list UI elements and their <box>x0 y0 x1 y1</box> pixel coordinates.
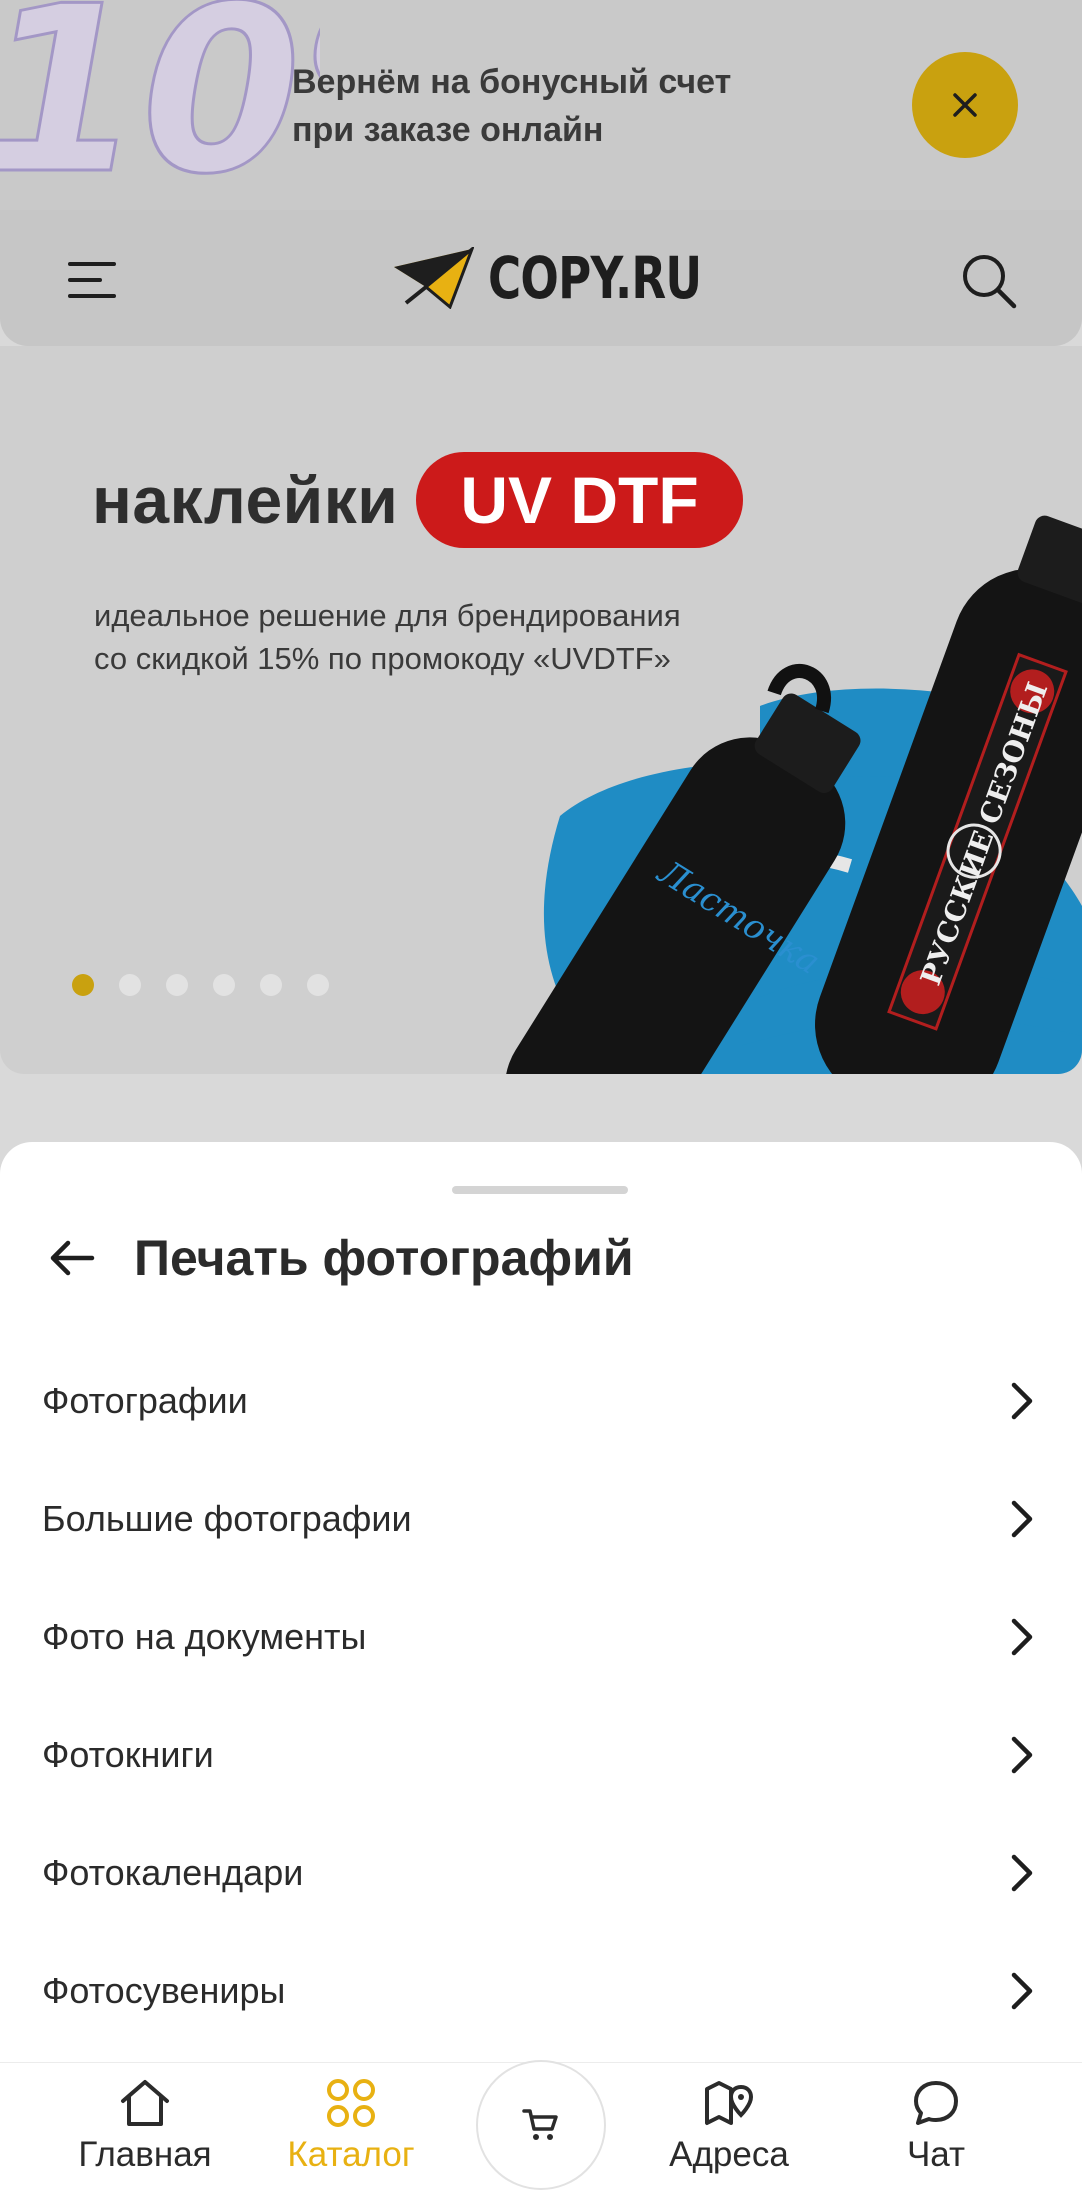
carousel-dot-6[interactable] <box>307 974 329 996</box>
carousel-dot-1[interactable] <box>72 974 94 996</box>
logo-text: COPY.RU <box>488 244 702 312</box>
tab-addresses-label: Адреса <box>669 2135 789 2174</box>
banner-subtitle-line-1: идеальное решение для брендирования <box>94 598 681 633</box>
catalog-grid-icon <box>327 2079 375 2127</box>
tab-addresses[interactable]: Адреса <box>629 2077 829 2175</box>
chat-bubble-icon <box>914 2081 958 2125</box>
category-item-label: Фотокалендари <box>42 1852 304 1893</box>
banner-subtitle-line-2: со скидкой 15% по промокоду «UVDTF» <box>94 641 671 676</box>
category-item-document-photos[interactable]: Фото на документы <box>0 1578 1082 1696</box>
tab-chat[interactable]: Чат <box>836 2077 1036 2175</box>
sheet-title: Печать фотографий <box>134 1230 634 1286</box>
banner-title-word: наклейки <box>92 463 399 537</box>
promo-line-1: Вернём на бонусный счет <box>292 63 732 101</box>
menu-icon <box>68 262 116 298</box>
tab-home-label: Главная <box>78 2135 212 2174</box>
cart-icon <box>522 2109 558 2140</box>
category-item-photobooks[interactable]: Фотокниги <box>0 1696 1082 1814</box>
promo-text: Вернём на бонусный счет при заказе онлай… <box>292 58 731 154</box>
home-icon <box>121 2080 169 2126</box>
menu-button[interactable] <box>64 252 120 308</box>
category-item-large-photos[interactable]: Большие фотографии <box>0 1460 1082 1578</box>
arrow-left-icon <box>50 1240 95 1276</box>
paper-plane-logo-icon <box>394 247 474 309</box>
category-item-label: Фотосувениры <box>42 1970 286 2011</box>
close-icon <box>953 93 977 117</box>
category-list: Фотографии Большие фотографии Фото на до… <box>0 1342 1082 2050</box>
logo[interactable]: COPY.RU <box>392 244 762 312</box>
tab-chat-label: Чат <box>906 2135 966 2174</box>
promo-banner[interactable]: Ласточка РУССКИЕ СЕЗОНЫ наклейки UV DTF … <box>0 346 1082 1074</box>
carousel-dot-4[interactable] <box>213 974 235 996</box>
carousel-dots <box>72 974 329 996</box>
category-item-label: Фотографии <box>42 1380 248 1421</box>
carousel-dot-2[interactable] <box>119 974 141 996</box>
catalog-bottom-sheet: Печать фотографий Фотографии Большие фот… <box>0 1142 1082 2062</box>
category-item-label: Фото на документы <box>42 1616 367 1657</box>
map-pin-icon <box>705 2081 754 2125</box>
chevron-right-icon <box>1011 1854 1033 1892</box>
promo-strip[interactable]: 10% Вернём на бонусный счет при заказе о… <box>0 0 1082 210</box>
category-item-photo-souvenirs[interactable]: Фотосувениры <box>0 1932 1082 2050</box>
tab-catalog[interactable]: Каталог <box>251 2077 451 2175</box>
sheet-drag-handle[interactable] <box>452 1186 628 1194</box>
search-button[interactable] <box>958 250 1020 312</box>
back-button[interactable] <box>44 1230 100 1286</box>
sheet-header: Печать фотографий <box>44 1198 634 1318</box>
tab-home[interactable]: Главная <box>45 2077 245 2175</box>
chevron-right-icon <box>1011 1382 1033 1420</box>
tab-catalog-label: Каталог <box>287 2135 415 2174</box>
category-item-photos[interactable]: Фотографии <box>0 1342 1082 1460</box>
search-icon <box>963 255 1017 309</box>
banner-subtitle: идеальное решение для брендирования со с… <box>94 594 734 680</box>
banner-title: наклейки UV DTF <box>92 452 743 548</box>
promo-close-button[interactable] <box>912 52 1018 158</box>
promo-line-2: при заказе онлайн <box>292 111 604 149</box>
carousel-dot-5[interactable] <box>260 974 282 996</box>
app-header: COPY.RU <box>0 210 1082 346</box>
category-item-label: Большие фотографии <box>42 1498 412 1539</box>
chevron-right-icon <box>1011 1736 1033 1774</box>
promo-badge-graphic: 10% <box>0 0 320 210</box>
promo-badge-text: 10% <box>0 0 320 210</box>
chevron-right-icon <box>1011 1618 1033 1656</box>
chevron-right-icon <box>1011 1972 1033 2010</box>
carousel-dot-3[interactable] <box>166 974 188 996</box>
category-item-label: Фотокниги <box>42 1734 214 1775</box>
cart-button[interactable] <box>476 2060 606 2190</box>
banner-title-pill: UV DTF <box>416 452 743 548</box>
chevron-right-icon <box>1011 1500 1033 1538</box>
category-item-photo-calendars[interactable]: Фотокалендари <box>0 1814 1082 1932</box>
